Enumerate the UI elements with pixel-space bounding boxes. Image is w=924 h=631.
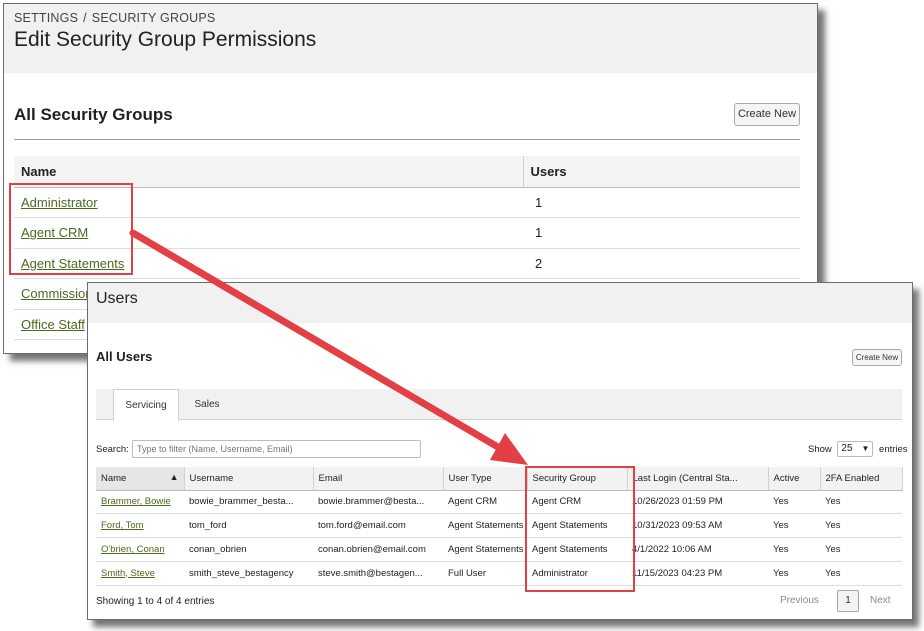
email-cell: tom.ford@email.com xyxy=(313,513,443,538)
pagination-next[interactable]: Next xyxy=(870,595,891,606)
user-type-cell: Agent Statements xyxy=(443,513,527,538)
breadcrumb: SETTINGS / SECURITY GROUPS xyxy=(14,11,215,25)
highlight-box-security-groups xyxy=(9,183,133,275)
user-name-link[interactable]: O'brien, Conan xyxy=(101,544,165,555)
tab-sales[interactable]: Sales xyxy=(188,389,226,420)
table-header-row: Name ▲ Username Email User Type Security … xyxy=(96,467,903,491)
column-header-active[interactable]: Active xyxy=(768,467,821,491)
user-type-cell: Agent CRM xyxy=(443,490,527,515)
user-name-link[interactable]: Smith, Steve xyxy=(101,568,155,579)
page-header: SETTINGS / SECURITY GROUPS Edit Security G… xyxy=(4,4,817,73)
user-name-cell: O'brien, Conan xyxy=(96,537,184,562)
page-title: Edit Security Group Permissions xyxy=(14,28,317,51)
column-header-name[interactable]: Name ▲ xyxy=(96,467,185,491)
username-cell: conan_obrien xyxy=(184,537,313,562)
last-login-cell: 4/1/2022 10:06 AM xyxy=(627,537,768,562)
column-header-email[interactable]: Email xyxy=(313,467,444,491)
show-label: Show xyxy=(808,443,832,455)
column-header-users[interactable]: Users xyxy=(522,156,800,188)
2fa-cell: Yes xyxy=(820,561,902,586)
pagination-previous[interactable]: Previous xyxy=(780,595,819,606)
active-cell: Yes xyxy=(768,513,820,538)
breadcrumb-settings[interactable]: SETTINGS xyxy=(14,11,78,25)
active-cell: Yes xyxy=(768,537,820,562)
group-users-count: 2 xyxy=(523,248,800,279)
2fa-cell: Yes xyxy=(820,537,902,562)
entries-label: entries xyxy=(879,443,908,455)
entries-select-value: 25 xyxy=(841,443,853,454)
2fa-cell: Yes xyxy=(820,513,902,538)
username-cell: smith_steve_bestagency xyxy=(184,561,313,586)
username-cell: tom_ford xyxy=(184,513,313,538)
all-users-title: All Users xyxy=(96,349,153,364)
chevron-down-icon: ▼ xyxy=(861,444,870,453)
users-table: Name ▲ Username Email User Type Security … xyxy=(96,467,903,586)
search-label: Search: xyxy=(96,444,129,455)
user-name-cell: Brammer, Bowie xyxy=(96,490,184,515)
column-header-user-type[interactable]: User Type xyxy=(443,467,528,491)
user-type-cell: Agent Statements xyxy=(443,537,527,562)
table-row: Smith, Steve smith_steve_bestagency stev… xyxy=(96,561,902,586)
sort-up-icon: ▲ xyxy=(169,472,179,482)
pagination-page-1[interactable]: 1 xyxy=(837,590,859,612)
last-login-cell: 10/31/2023 09:53 AM xyxy=(627,513,768,538)
last-login-cell: 11/15/2023 04:23 PM xyxy=(627,561,768,586)
tab-servicing[interactable]: Servicing xyxy=(113,389,179,421)
table-row: Ford, Tom tom_ford tom.ford@email.com Ag… xyxy=(96,513,902,538)
breadcrumb-security-groups[interactable]: SECURITY GROUPS xyxy=(92,11,216,25)
email-cell: conan.obrien@email.com xyxy=(313,537,443,562)
create-new-user-button[interactable]: Create New xyxy=(852,349,902,366)
create-new-button[interactable]: Create New xyxy=(734,103,800,126)
column-header-2fa-enabled[interactable]: 2FA Enabled xyxy=(820,467,903,491)
showing-entries-text: Showing 1 to 4 of 4 entries xyxy=(96,596,215,607)
last-login-cell: 10/26/2023 01:59 PM xyxy=(627,490,768,515)
section-divider xyxy=(14,139,800,140)
active-cell: Yes xyxy=(768,490,820,515)
users-header: Users xyxy=(88,283,912,323)
email-cell: bowie.brammer@besta... xyxy=(313,490,443,515)
entries-select[interactable]: 25 ▼ xyxy=(837,441,874,457)
group-users-count: 1 xyxy=(523,217,800,249)
column-header-username[interactable]: Username xyxy=(184,467,314,491)
users-tabbar: Servicing Sales xyxy=(96,389,902,421)
group-link-office-staff[interactable]: Office Staff xyxy=(21,317,85,332)
table-row: O'brien, Conan conan_obrien conan.obrien… xyxy=(96,537,902,562)
user-name-link[interactable]: Brammer, Bowie xyxy=(101,496,171,507)
breadcrumb-separator: / xyxy=(83,11,87,25)
users-window: Users All Users Create New Servicing Sal… xyxy=(87,282,913,620)
search-input[interactable] xyxy=(132,440,421,458)
users-title: Users xyxy=(96,290,138,307)
active-cell: Yes xyxy=(768,561,820,586)
2fa-cell: Yes xyxy=(820,490,902,515)
group-users-count: 1 xyxy=(523,187,800,218)
username-cell: bowie_brammer_besta... xyxy=(184,490,313,515)
table-row: Brammer, Bowie bowie_brammer_besta... bo… xyxy=(96,490,902,515)
column-header-last-login[interactable]: Last Login (Central Sta... xyxy=(627,467,769,491)
highlight-box-security-group-column xyxy=(525,466,635,592)
page-length-control: Show 25 ▼ entries xyxy=(808,441,908,457)
email-cell: steve.smith@bestagen... xyxy=(313,561,443,586)
user-type-cell: Full User xyxy=(443,561,527,586)
user-name-cell: Ford, Tom xyxy=(96,513,184,538)
section-title: All Security Groups xyxy=(14,105,173,124)
user-name-cell: Smith, Steve xyxy=(96,561,184,586)
user-name-link[interactable]: Ford, Tom xyxy=(101,520,144,531)
